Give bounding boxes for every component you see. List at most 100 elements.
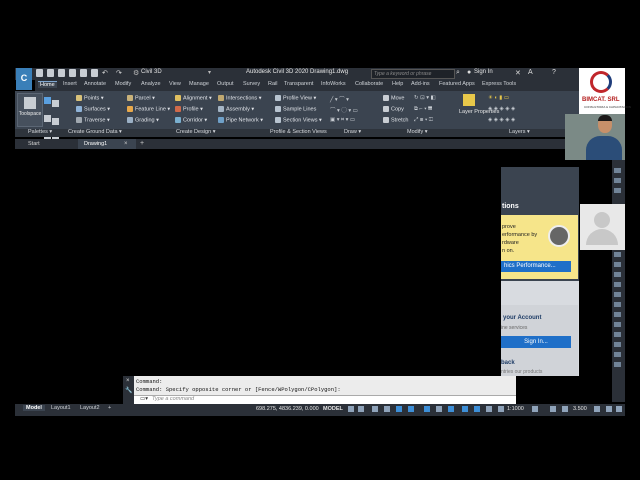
save-icon[interactable] <box>58 69 65 77</box>
fullscreen-icon[interactable] <box>606 406 612 412</box>
toolbar-icon[interactable] <box>614 262 621 267</box>
toolbar-icon[interactable] <box>614 272 621 277</box>
snap-icon[interactable] <box>358 406 364 412</box>
tab-view[interactable]: View <box>169 81 181 87</box>
tab-analyze[interactable]: Analyze <box>141 81 161 87</box>
isodraft-icon[interactable] <box>424 406 430 412</box>
surfaces-button[interactable]: Surfaces ▾ <box>76 106 110 112</box>
pipe-network-button[interactable]: Pipe Network ▾ <box>218 117 263 123</box>
app-menu-icon[interactable]: C <box>16 68 32 90</box>
tab-modify[interactable]: Modify <box>115 81 131 87</box>
points-button[interactable]: Points ▾ <box>76 95 104 101</box>
infer-icon[interactable] <box>372 406 378 412</box>
panel-palettes[interactable]: Palettes ▾ <box>28 129 52 135</box>
grid-icon[interactable] <box>348 406 354 412</box>
open-icon[interactable] <box>47 69 54 77</box>
sign-in-button[interactable]: Sign In... <box>501 336 571 348</box>
dynamic-input-icon[interactable] <box>384 406 390 412</box>
toolbar-icon[interactable] <box>614 252 621 257</box>
palette-icons[interactable] <box>44 94 62 143</box>
chevron-down-icon[interactable]: ▾ <box>208 69 211 76</box>
annotation-visibility-icon[interactable] <box>474 406 480 412</box>
layout-tab-model[interactable]: Model <box>23 405 45 411</box>
layout-tab-layout2[interactable]: Layout2 <box>80 405 100 411</box>
isolate-objects-icon[interactable] <box>562 406 568 412</box>
feature-line-button[interactable]: Feature Line ▾ <box>127 106 170 112</box>
copy-button[interactable]: Copy <box>383 106 404 112</box>
layer-properties-icon[interactable] <box>463 94 475 106</box>
profile-view-button[interactable]: Profile View ▾ <box>275 95 316 101</box>
ortho-icon[interactable] <box>396 406 402 412</box>
polar-icon[interactable] <box>408 406 414 412</box>
new-tab-icon[interactable]: + <box>140 139 144 149</box>
toolbar-icon[interactable] <box>614 282 621 287</box>
tab-featured-apps[interactable]: Featured Apps <box>439 81 475 87</box>
panel-profile-section-views[interactable]: Profile & Section Views <box>270 129 327 135</box>
exchange-icon[interactable]: ✕ <box>515 69 521 77</box>
panel-modify[interactable]: Modify ▾ <box>407 129 428 135</box>
draw-hatch-icon[interactable]: ▣ ▾ ⌗ ▾ ▭ <box>330 117 355 124</box>
tab-output[interactable]: Output <box>217 81 234 87</box>
tab-collaborate[interactable]: Collaborate <box>355 81 383 87</box>
hardware-acceleration-icon[interactable] <box>594 406 600 412</box>
close-icon[interactable]: × <box>124 139 128 149</box>
modify-tools-icon[interactable]: ↻ ⊡ ▾ ◧ <box>414 95 436 101</box>
new-icon[interactable] <box>36 69 43 77</box>
draw-polyline-icon[interactable]: ⌒ ▾ ◯ ▾ ▭ <box>330 106 358 114</box>
wrench-icon[interactable]: 🔧 <box>125 387 132 394</box>
toolbar-icon[interactable] <box>614 178 621 183</box>
toolbar-icon[interactable] <box>614 188 621 193</box>
draw-line-icon[interactable]: ╱ ▾ ⌒ ▾ <box>330 95 349 103</box>
panel-layers[interactable]: Layers ▾ <box>509 129 530 135</box>
annotation-scale-icon[interactable] <box>498 406 504 412</box>
toolbar-icon[interactable] <box>614 322 621 327</box>
toolbar-icon[interactable] <box>614 292 621 297</box>
mirror-icon[interactable]: ⧉ ⌐ ▾ ▦ <box>414 106 432 113</box>
object-snap-tracking-icon[interactable] <box>436 406 442 412</box>
sample-lines-button[interactable]: Sample Lines <box>275 106 316 112</box>
annotation-scale[interactable]: 1:1000 <box>507 406 524 412</box>
intersections-button[interactable]: Intersections ▾ <box>218 95 261 101</box>
tab-rail[interactable]: Rail <box>268 81 277 87</box>
gear-icon[interactable] <box>532 406 538 412</box>
section-views-button[interactable]: Section Views ▾ <box>275 117 322 123</box>
autodesk-a-icon[interactable]: A <box>528 69 533 76</box>
layer-state-icons[interactable]: ☀ ◐ ▮ ▭ <box>488 95 509 101</box>
redo-icon[interactable]: ↷ <box>116 69 122 77</box>
layout-tab-layout1[interactable]: Layout1 <box>51 405 71 411</box>
toolspace-button[interactable]: Toolspace <box>17 93 43 127</box>
tab-home[interactable]: Home <box>38 81 57 88</box>
tab-survey[interactable]: Survey <box>243 81 260 87</box>
tab-infoworks[interactable]: InfoWorks <box>321 81 346 87</box>
tab-help[interactable]: Help <box>392 81 403 87</box>
user-icon[interactable]: ● <box>467 69 471 76</box>
plus-icon[interactable] <box>550 406 556 412</box>
close-icon[interactable]: × <box>126 378 130 384</box>
help-icon[interactable]: ? <box>552 69 556 76</box>
alignment-button[interactable]: Alignment ▾ <box>175 95 212 101</box>
graphics-performance-button[interactable]: hics Performance... <box>501 261 571 272</box>
profile-button[interactable]: Profile ▾ <box>175 106 203 112</box>
plot-icon[interactable] <box>80 69 87 77</box>
print-icon[interactable] <box>91 69 98 77</box>
workspace-name[interactable]: Civil 3D <box>141 69 162 75</box>
toolbar-icon[interactable] <box>614 302 621 307</box>
autoscale-icon[interactable] <box>486 406 492 412</box>
gear-icon[interactable]: ⚙ <box>133 69 139 77</box>
stretch-button[interactable]: Stretch <box>383 117 408 123</box>
scale-icon[interactable]: ⤢ ⊞ ▾ ◫ <box>414 117 433 124</box>
undo-icon[interactable]: ↶ <box>102 69 108 77</box>
panel-create-ground-data[interactable]: Create Ground Data ▾ <box>68 129 122 135</box>
grading-button[interactable]: Grading ▾ <box>127 117 159 123</box>
search-icon[interactable]: ⌕ <box>456 69 460 77</box>
toolbar-icon[interactable] <box>614 352 621 357</box>
customization-icon[interactable] <box>616 406 622 412</box>
panel-create-design[interactable]: Create Design ▾ <box>176 129 215 135</box>
assembly-button[interactable]: Assembly ▾ <box>218 106 254 112</box>
panel-draw[interactable]: Draw ▾ <box>344 129 361 135</box>
lineweight-icon[interactable] <box>462 406 468 412</box>
save-as-icon[interactable] <box>69 69 76 77</box>
search-input[interactable]: Type a keyword or phrase <box>371 69 455 79</box>
traverse-button[interactable]: Traverse ▾ <box>76 117 110 123</box>
tab-insert[interactable]: Insert <box>63 81 77 87</box>
